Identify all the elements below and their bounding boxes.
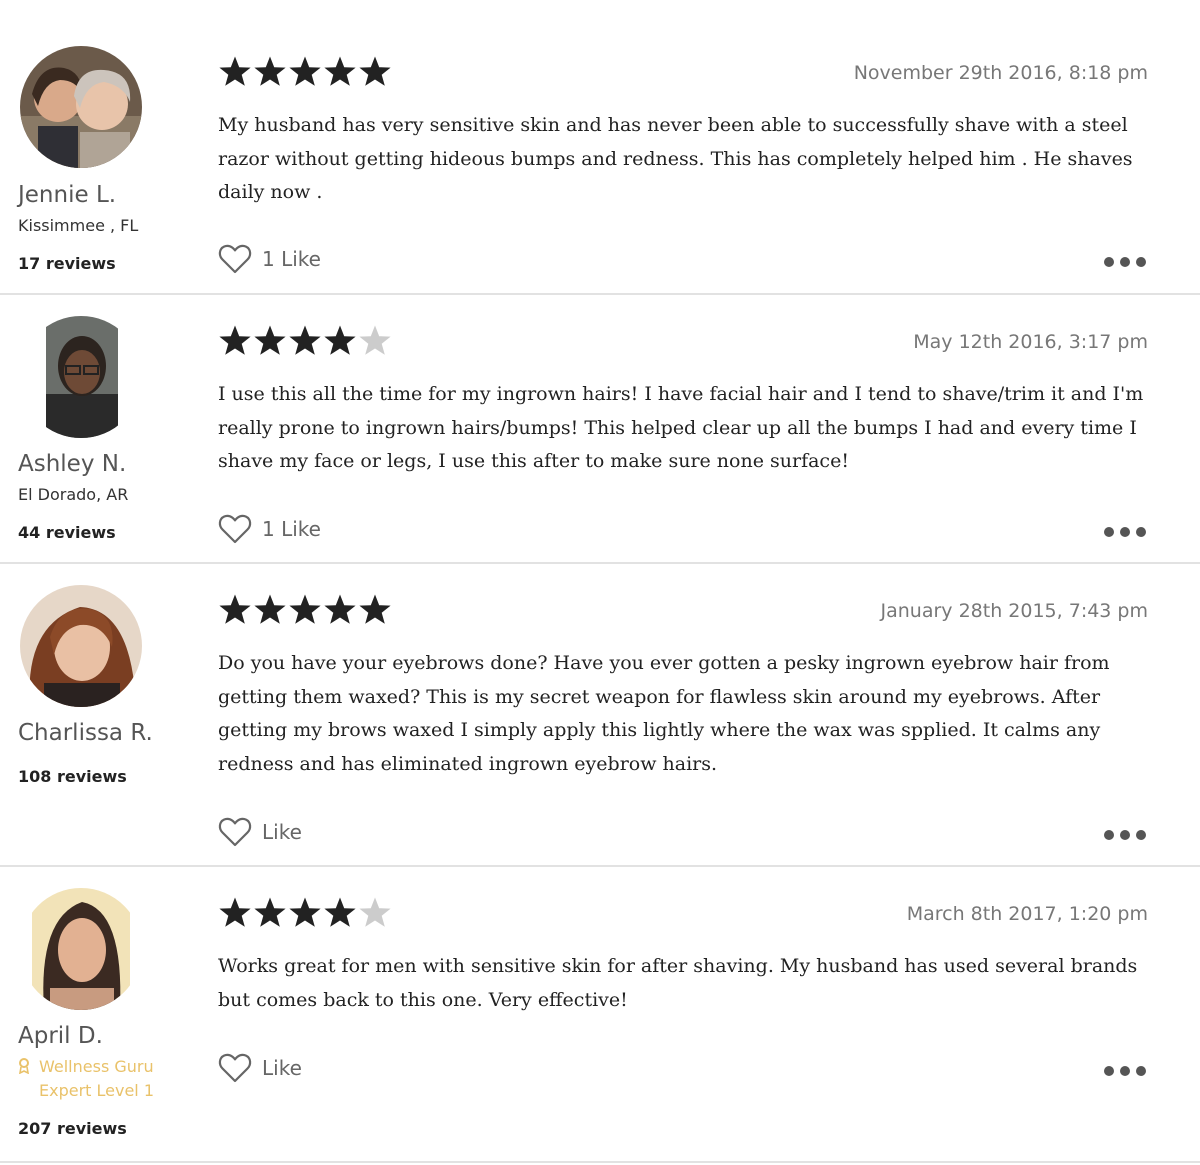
review-date: May 12th 2016, 3:17 pm (913, 331, 1148, 353)
star-icon (219, 325, 251, 355)
badge-level: Expert Level 1 (39, 1081, 155, 1100)
star-icon (324, 594, 356, 624)
avatar[interactable] (20, 585, 142, 707)
heart-outline-icon (218, 1053, 252, 1083)
star-rating (218, 55, 392, 89)
star-icon (254, 897, 286, 927)
more-dots-icon (1104, 257, 1114, 267)
more-options-button[interactable] (1104, 1066, 1146, 1076)
star-icon (359, 56, 391, 86)
star-icon (219, 56, 251, 86)
reviewer-badge[interactable]: Wellness Guru Expert Level 1 (18, 1055, 154, 1103)
reviewer-name[interactable]: April D. (18, 1023, 103, 1049)
review-text: Works great for men with sensitive skin … (218, 955, 1138, 1011)
more-options-button[interactable] (1104, 527, 1146, 537)
review-card: Charlissa R. 108 reviews January 28th 20… (0, 564, 1200, 867)
review-card: Ashley N. El Dorado, AR 44 reviews May 1… (0, 295, 1200, 564)
review-date: March 8th 2017, 1:20 pm (906, 903, 1148, 925)
more-dots-icon (1120, 257, 1130, 267)
star-icon (289, 56, 321, 86)
reviewer-name[interactable]: Charlissa R. (18, 720, 153, 746)
badge-title: Wellness Guru (39, 1057, 154, 1076)
star-icon (324, 56, 356, 86)
more-dots-icon (1120, 527, 1130, 537)
more-dots-icon (1136, 527, 1146, 537)
reviewer-review-count[interactable]: 207 reviews (18, 1119, 127, 1138)
more-dots-icon (1120, 1066, 1130, 1076)
like-label: 1 Like (262, 517, 321, 541)
more-dots-icon (1104, 527, 1114, 537)
avatar[interactable] (20, 316, 142, 438)
star-rating (218, 324, 392, 358)
like-label: Like (262, 820, 302, 844)
like-button[interactable]: 1 Like (218, 513, 321, 545)
star-icon (254, 56, 286, 86)
star-icon (359, 897, 391, 927)
star-icon (359, 325, 391, 355)
avatar[interactable] (20, 46, 142, 168)
star-icon (324, 325, 356, 355)
more-options-button[interactable] (1104, 257, 1146, 267)
reviewer-review-count[interactable]: 108 reviews (18, 767, 127, 786)
heart-outline-icon (218, 817, 252, 847)
reviewer-review-count[interactable]: 44 reviews (18, 523, 116, 542)
reviewer-location: Kissimmee , FL (18, 216, 139, 235)
more-dots-icon (1136, 257, 1146, 267)
reviewer-location: El Dorado, AR (18, 485, 129, 504)
more-dots-icon (1136, 830, 1146, 840)
like-button[interactable]: Like (218, 816, 302, 848)
star-rating (218, 593, 392, 627)
star-rating (218, 896, 392, 930)
more-dots-icon (1120, 830, 1130, 840)
star-icon (254, 325, 286, 355)
review-date: January 28th 2015, 7:43 pm (880, 600, 1148, 622)
like-button[interactable]: 1 Like (218, 243, 321, 275)
more-dots-icon (1104, 830, 1114, 840)
review-date: November 29th 2016, 8:18 pm (853, 62, 1148, 84)
star-icon (254, 594, 286, 624)
like-label: 1 Like (262, 247, 321, 271)
award-ribbon-icon (19, 1058, 29, 1074)
heart-outline-icon (218, 244, 252, 274)
more-options-button[interactable] (1104, 830, 1146, 840)
more-dots-icon (1104, 1066, 1114, 1076)
star-icon (289, 897, 321, 927)
star-icon (219, 594, 251, 624)
review-text: My husband has very sensitive skin and h… (218, 114, 1133, 204)
star-icon (289, 325, 321, 355)
review-text: Do you have your eyebrows done? Have you… (218, 652, 1110, 775)
avatar[interactable] (20, 888, 142, 1010)
star-icon (359, 594, 391, 624)
like-button[interactable]: Like (218, 1052, 302, 1084)
star-icon (289, 594, 321, 624)
reviewer-name[interactable]: Jennie L. (18, 182, 116, 208)
star-icon (219, 897, 251, 927)
review-text: I use this all the time for my ingrown h… (218, 383, 1144, 473)
heart-outline-icon (218, 514, 252, 544)
reviewer-review-count[interactable]: 17 reviews (18, 254, 116, 273)
reviewer-name[interactable]: Ashley N. (18, 451, 126, 477)
like-label: Like (262, 1056, 302, 1080)
more-dots-icon (1136, 1066, 1146, 1076)
review-card: Jennie L. Kissimmee , FL 17 reviews Nove… (0, 0, 1200, 295)
review-card: April D. Wellness Guru Expert Level 1 20… (0, 867, 1200, 1163)
star-icon (324, 897, 356, 927)
